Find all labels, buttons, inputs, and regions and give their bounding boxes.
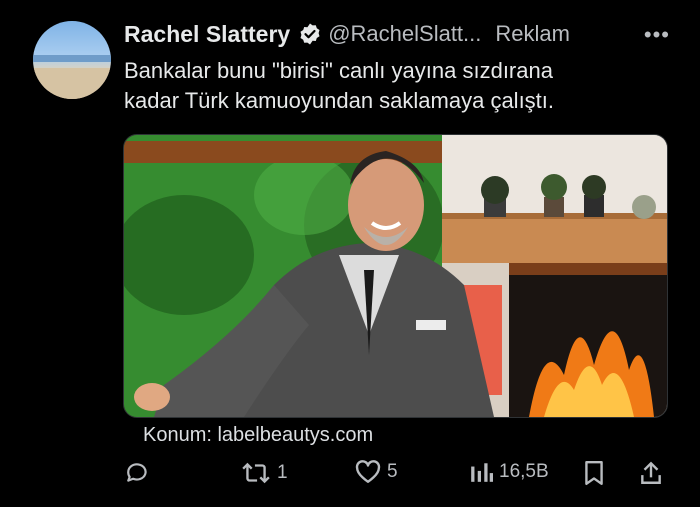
heart-icon [355,460,381,483]
media-photo [124,135,667,417]
reply-button[interactable] [125,460,151,486]
like-count: 5 [387,461,398,482]
post-header: Rachel Slattery @RachelSlatt... Reklam •… [124,18,670,50]
post-location[interactable]: Konum: labelbeautys.com [143,424,373,447]
repost-icon [242,462,270,484]
avatar-sea [33,55,111,63]
views-button[interactable]: 16,5B [469,460,549,484]
views-count: 16,5B [499,461,549,482]
post-actions-bar: 1 5 16,5B [123,452,668,492]
views-chart-icon [471,463,493,482]
ad-label: Reklam [495,21,570,46]
author-handle[interactable]: @RachelSlatt... [328,21,481,47]
post-text: Bankalar bunu "birisi" canlı yayına sızd… [124,56,684,116]
post-media-image[interactable] [123,134,668,418]
bookmark-button[interactable] [583,460,605,486]
share-icon [641,461,661,484]
post-text-line: Bankalar bunu "birisi" canlı yayına sızd… [124,58,553,83]
post-avatar[interactable] [33,21,111,99]
repost-count: 1 [277,462,288,483]
share-button[interactable] [639,460,663,486]
like-button[interactable]: 5 [355,460,398,484]
more-options-icon[interactable]: ••• [644,22,670,48]
reply-icon [127,463,147,482]
verified-badge-icon [300,23,320,45]
repost-button[interactable]: 1 [241,460,288,486]
avatar-sand [33,67,111,99]
bookmark-icon [585,460,603,486]
post-text-line: kadar Türk kamuoyundan saklamaya çalıştı… [124,88,555,113]
author-name[interactable]: Rachel Slattery [124,21,290,48]
